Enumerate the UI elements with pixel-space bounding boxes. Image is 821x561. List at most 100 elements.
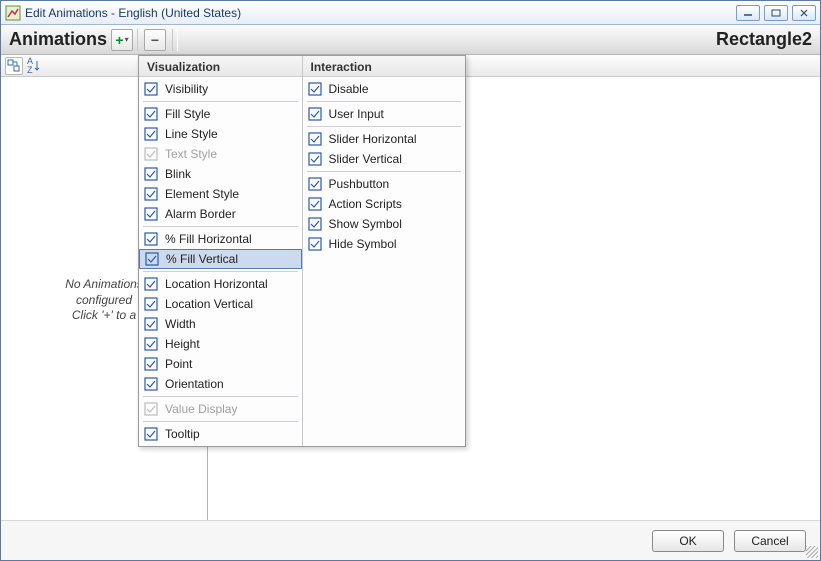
menu-item-icon	[307, 151, 323, 167]
menu-item-label: Slider Vertical	[329, 152, 402, 166]
menu-item-alarm-border[interactable]: Alarm Border	[139, 204, 302, 224]
titlebar: Edit Animations - English (United States…	[1, 1, 820, 25]
section-title: Animations	[9, 29, 107, 50]
menu-item-label: Show Symbol	[329, 217, 402, 231]
menu-item-icon	[143, 356, 159, 372]
menu-item-icon	[143, 376, 159, 392]
menu-item-label: Width	[165, 317, 196, 331]
menu-item-label: Value Display	[165, 402, 237, 416]
menu-item-point[interactable]: Point	[139, 354, 302, 374]
menu-item-label: Blink	[165, 167, 191, 181]
menu-item-action-scripts[interactable]: Action Scripts	[303, 194, 466, 214]
empty-message: No Animations configured Click '+' to a	[65, 277, 143, 324]
menu-item-label: % Fill Vertical	[166, 252, 238, 266]
menu-item-slider-vertical[interactable]: Slider Vertical	[303, 149, 466, 169]
menu-separator	[143, 271, 298, 272]
menu-item-element-style[interactable]: Element Style	[139, 184, 302, 204]
menu-item-width[interactable]: Width	[139, 314, 302, 334]
menu-item-orientation[interactable]: Orientation	[139, 374, 302, 394]
menu-item-disable[interactable]: Disable	[303, 79, 466, 99]
toolbar-divider	[137, 29, 138, 51]
menu-item-icon	[307, 131, 323, 147]
menu-item-show-symbol[interactable]: Show Symbol	[303, 214, 466, 234]
menu-item-icon	[143, 186, 159, 202]
menu-item-fill-style[interactable]: Fill Style	[139, 104, 302, 124]
dialog-footer: OK Cancel	[1, 520, 820, 560]
minimize-button[interactable]	[736, 5, 760, 21]
menu-item-label: Fill Style	[165, 107, 210, 121]
menu-item-label: Height	[165, 337, 200, 351]
menu-item-icon	[143, 106, 159, 122]
menu-item-icon	[143, 166, 159, 182]
menu-item-location-vertical[interactable]: Location Vertical	[139, 294, 302, 314]
menu-item-label: Line Style	[165, 127, 218, 141]
menu-item-label: Text Style	[165, 147, 217, 161]
sort-az-icon[interactable]: AZ	[27, 57, 40, 75]
menu-item-icon	[307, 81, 323, 97]
menu-item-label: Alarm Border	[165, 207, 236, 221]
menu-item-hide-symbol[interactable]: Hide Symbol	[303, 234, 466, 254]
menu-separator	[307, 101, 462, 102]
menu-item-value-display: Value Display	[139, 399, 302, 419]
menu-item-icon	[307, 176, 323, 192]
toolbar-separator	[172, 29, 178, 51]
menu-item-icon	[143, 126, 159, 142]
menu-item-pushbutton[interactable]: Pushbutton	[303, 174, 466, 194]
remove-animation-button[interactable]: −	[144, 29, 166, 51]
menu-item-label: Slider Horizontal	[329, 132, 417, 146]
menu-item-label: % Fill Horizontal	[165, 232, 252, 246]
menu-item-label: Orientation	[165, 377, 224, 391]
menu-item-label: Action Scripts	[329, 197, 402, 211]
menu-item-label: Disable	[329, 82, 369, 96]
menu-item-icon	[307, 196, 323, 212]
app-icon	[5, 5, 21, 21]
menu-separator	[143, 101, 298, 102]
menu-item-icon	[143, 276, 159, 292]
menu-item--fill-vertical[interactable]: % Fill Vertical	[139, 249, 302, 269]
menu-item-label: Hide Symbol	[329, 237, 397, 251]
menu-separator	[307, 126, 462, 127]
close-button[interactable]	[792, 5, 816, 21]
menu-item-user-input[interactable]: User Input	[303, 104, 466, 124]
menu-item-slider-horizontal[interactable]: Slider Horizontal	[303, 129, 466, 149]
menu-item-label: Tooltip	[165, 427, 200, 441]
menu-item-height[interactable]: Height	[139, 334, 302, 354]
add-animation-button[interactable]: + ▾	[111, 29, 133, 51]
menu-item-icon	[143, 316, 159, 332]
chevron-down-icon: ▾	[125, 35, 129, 44]
menu-item--fill-horizontal[interactable]: % Fill Horizontal	[139, 229, 302, 249]
resize-grip[interactable]	[806, 546, 818, 558]
menu-separator	[307, 171, 462, 172]
menu-item-line-style[interactable]: Line Style	[139, 124, 302, 144]
menu-item-icon	[143, 336, 159, 352]
menu-item-location-horizontal[interactable]: Location Horizontal	[139, 274, 302, 294]
menu-separator	[143, 226, 298, 227]
menu-item-label: Visibility	[165, 82, 208, 96]
visualization-header: Visualization	[139, 56, 302, 77]
object-name: Rectangle2	[716, 29, 812, 50]
add-animation-menu: Visualization Visibility Fill Style Line S…	[138, 55, 466, 447]
menu-item-label: Element Style	[165, 187, 239, 201]
maximize-button[interactable]	[764, 5, 788, 21]
window-title: Edit Animations - English (United States…	[25, 6, 736, 20]
menu-item-icon	[143, 296, 159, 312]
menu-item-text-style: Text Style	[139, 144, 302, 164]
menu-item-icon	[143, 401, 159, 417]
menu-separator	[143, 421, 298, 422]
menu-item-blink[interactable]: Blink	[139, 164, 302, 184]
cancel-button[interactable]: Cancel	[734, 530, 806, 552]
menu-item-visibility[interactable]: Visibility	[139, 79, 302, 99]
interaction-header: Interaction	[303, 56, 466, 77]
menu-item-label: Location Vertical	[165, 297, 253, 311]
menu-item-tooltip[interactable]: Tooltip	[139, 424, 302, 444]
menu-item-label: Location Horizontal	[165, 277, 268, 291]
menu-item-icon	[143, 146, 159, 162]
menu-item-icon	[143, 206, 159, 222]
header: Animations + ▾ − Rectangle2	[1, 25, 820, 55]
menu-item-icon	[307, 236, 323, 252]
menu-item-label: User Input	[329, 107, 384, 121]
menu-item-label: Point	[165, 357, 192, 371]
menu-separator	[143, 396, 298, 397]
ok-button[interactable]: OK	[652, 530, 724, 552]
arrange-icon[interactable]	[5, 57, 23, 75]
